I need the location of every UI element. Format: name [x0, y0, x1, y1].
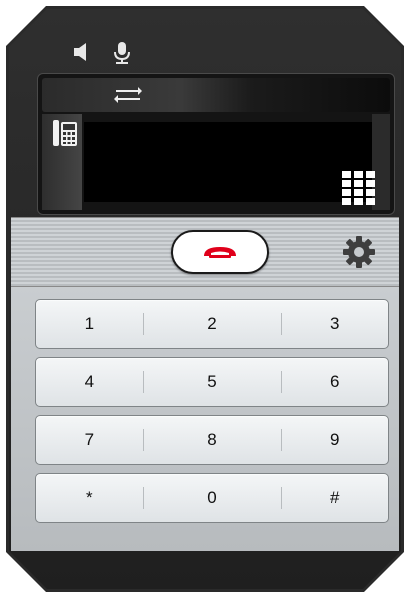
softphone-body: 1 2 3 4 5 6 7 8 9 * 0 #: [9, 9, 401, 589]
keypad-row-1: 1 2 3: [35, 299, 389, 349]
key-8[interactable]: 8: [142, 416, 282, 464]
dial-keypad: 1 2 3 4 5 6 7 8 9 * 0 #: [11, 287, 399, 551]
key-2[interactable]: 2: [142, 300, 282, 348]
hangup-button[interactable]: [171, 230, 269, 274]
keypad-row-3: 7 8 9: [35, 415, 389, 465]
key-6[interactable]: 6: [281, 358, 388, 406]
call-screen: [37, 73, 395, 215]
key-0[interactable]: 0: [142, 474, 282, 522]
transfer-arrows-icon[interactable]: [114, 84, 142, 106]
key-9[interactable]: 9: [281, 416, 388, 464]
keypad-row-4: * 0 #: [35, 473, 389, 523]
call-control-bar: [11, 217, 399, 287]
gear-icon[interactable]: [341, 234, 377, 270]
key-3[interactable]: 3: [281, 300, 388, 348]
key-7[interactable]: 7: [36, 416, 143, 464]
desk-phone-icon: [52, 118, 78, 148]
microphone-icon[interactable]: [111, 41, 133, 65]
screen-header: [42, 78, 390, 112]
status-bar: [71, 41, 133, 65]
key-5[interactable]: 5: [142, 358, 282, 406]
key-4[interactable]: 4: [36, 358, 143, 406]
key-1[interactable]: 1: [36, 300, 143, 348]
call-display: [84, 122, 372, 202]
keypad-row-2: 4 5 6: [35, 357, 389, 407]
speaker-icon[interactable]: [71, 41, 93, 65]
keypad-grid-icon[interactable]: [340, 170, 378, 206]
softphone-frame: 1 2 3 4 5 6 7 8 9 * 0 #: [6, 6, 404, 592]
hangup-icon: [200, 242, 240, 262]
key-star[interactable]: *: [36, 474, 143, 522]
key-hash[interactable]: #: [281, 474, 388, 522]
screen-left-panel: [42, 114, 82, 210]
